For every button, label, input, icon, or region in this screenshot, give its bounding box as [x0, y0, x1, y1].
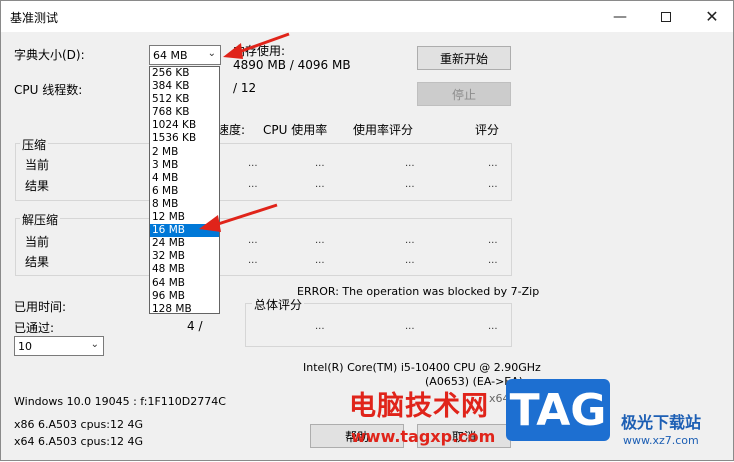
decompress-current-usage-rating: ...	[405, 235, 415, 246]
x64-info: x64 6.A503 cpus:12 4G	[14, 435, 143, 448]
chevron-down-icon: ⌄	[207, 48, 216, 59]
dictionary-option[interactable]: 1536 KB	[150, 132, 219, 145]
dictionary-option[interactable]: 48 MB	[150, 263, 219, 276]
speed-header: 速度:	[217, 123, 246, 137]
maximize-icon	[661, 11, 671, 22]
passes-select[interactable]: 10 ⌄	[14, 336, 104, 356]
dictionary-option[interactable]: 64 MB	[150, 277, 219, 290]
tag-logo: TAG	[506, 379, 610, 441]
passed-value: 4 /	[187, 319, 203, 333]
rating-header: 评分	[475, 123, 500, 137]
elapsed-time-label: 已用时间:	[14, 300, 67, 314]
decompress-current-label: 当前	[25, 235, 50, 249]
dictionary-size-dropdown[interactable]: 256 KB 384 KB 512 KB 768 KB 1024 KB 1536…	[149, 66, 220, 316]
os-info: Windows 10.0 19045 : f:1F110D2774C	[14, 395, 226, 408]
total-cpu-usage: ...	[315, 321, 325, 332]
dictionary-option[interactable]: 384 KB	[150, 80, 219, 93]
dictionary-option[interactable]: 6 MB	[150, 185, 219, 198]
memory-usage-label: 内存使用:	[233, 44, 286, 58]
dictionary-option[interactable]: 3 MB	[150, 159, 219, 172]
error-message: ERROR: The operation was blocked by 7-Zi…	[297, 285, 540, 298]
cpu-info-line1: Intel(R) Core(TM) i5-10400 CPU @ 2.90GHz	[303, 361, 541, 374]
total-usage-rating: ...	[405, 321, 415, 332]
memory-usage-value: 4890 MB / 4096 MB	[233, 58, 351, 72]
close-button[interactable]: ✕	[689, 1, 734, 32]
compress-group	[15, 143, 512, 201]
cpu-usage-header: CPU 使用率	[263, 123, 328, 137]
close-icon: ✕	[705, 7, 719, 26]
stop-button[interactable]: 停止	[417, 82, 511, 106]
dictionary-option[interactable]: 256 KB	[150, 67, 219, 80]
dictionary-option[interactable]: 8 MB	[150, 198, 219, 211]
dictionary-size-label: 字典大小(D):	[14, 48, 85, 62]
dictionary-option[interactable]: 96 MB	[150, 290, 219, 303]
decompress-result-cpu: ...	[315, 255, 325, 266]
cpu-threads-label: CPU 线程数:	[14, 83, 83, 97]
dictionary-option[interactable]: 768 KB	[150, 106, 219, 119]
x86-info: x86 6.A503 cpus:12 4G	[14, 418, 143, 431]
benchmark-window: 基准测试 — ✕ 字典大小(D): 64 MB ⌄ 内存使用: 4890 MB …	[0, 0, 734, 461]
compress-result-cpu: ...	[315, 179, 325, 190]
dictionary-size-select[interactable]: 64 MB ⌄	[149, 45, 221, 65]
watermark-url: www.tagxp.com	[351, 427, 496, 446]
restart-button[interactable]: 重新开始	[417, 46, 511, 70]
maximize-button[interactable]	[643, 1, 689, 32]
compress-result-label: 结果	[25, 179, 50, 193]
usage-rating-header: 使用率评分	[353, 123, 414, 137]
title-bar: 基准测试 — ✕	[1, 1, 733, 32]
decompress-group-title: 解压缩	[20, 211, 61, 228]
decompress-result-speed: ...	[248, 255, 258, 266]
total-rating: ...	[488, 321, 498, 332]
dictionary-option[interactable]: 128 MB	[150, 303, 219, 316]
chevron-down-icon: ⌄	[90, 339, 99, 350]
watermark-cn-text: 电脑技术网	[349, 391, 489, 422]
window-title: 基准测试	[10, 11, 59, 25]
dictionary-option[interactable]: 32 MB	[150, 250, 219, 263]
decompress-current-cpu: ...	[315, 235, 325, 246]
cpu-threads-value: / 12	[233, 81, 257, 95]
dictionary-option-highlighted[interactable]: 16 MB	[150, 224, 219, 238]
site-name-watermark: 极光下载站	[621, 413, 702, 432]
decompress-group	[15, 218, 512, 276]
decompress-current-speed: ...	[248, 235, 258, 246]
dictionary-option[interactable]: 512 KB	[150, 93, 219, 106]
dictionary-option[interactable]: 1024 KB	[150, 119, 219, 132]
passes-select-value: 10	[18, 339, 32, 353]
compress-current-usage-rating: ...	[405, 158, 415, 169]
decompress-result-rating: ...	[488, 255, 498, 266]
decompress-current-rating: ...	[488, 235, 498, 246]
compress-result-speed: ...	[248, 179, 258, 190]
compress-current-rating: ...	[488, 158, 498, 169]
compress-result-usage-rating: ...	[405, 179, 415, 190]
compress-current-speed: ...	[248, 158, 258, 169]
compress-current-label: 当前	[25, 158, 50, 172]
dictionary-option[interactable]: 2 MB	[150, 146, 219, 159]
total-rating-title: 总体评分	[252, 296, 305, 313]
decompress-result-label: 结果	[25, 255, 50, 269]
compress-result-rating: ...	[488, 179, 498, 190]
minimize-button[interactable]: —	[597, 1, 643, 32]
passed-label: 已通过:	[14, 321, 55, 335]
dictionary-option[interactable]: 12 MB	[150, 211, 219, 224]
minimize-icon: —	[613, 8, 627, 25]
dictionary-option[interactable]: 4 MB	[150, 172, 219, 185]
dictionary-option[interactable]: 24 MB	[150, 237, 219, 250]
compress-current-cpu: ...	[315, 158, 325, 169]
compress-group-title: 压缩	[20, 136, 49, 153]
decompress-result-usage-rating: ...	[405, 255, 415, 266]
site-url-watermark: www.xz7.com	[623, 434, 699, 447]
dictionary-size-value: 64 MB	[153, 48, 188, 62]
